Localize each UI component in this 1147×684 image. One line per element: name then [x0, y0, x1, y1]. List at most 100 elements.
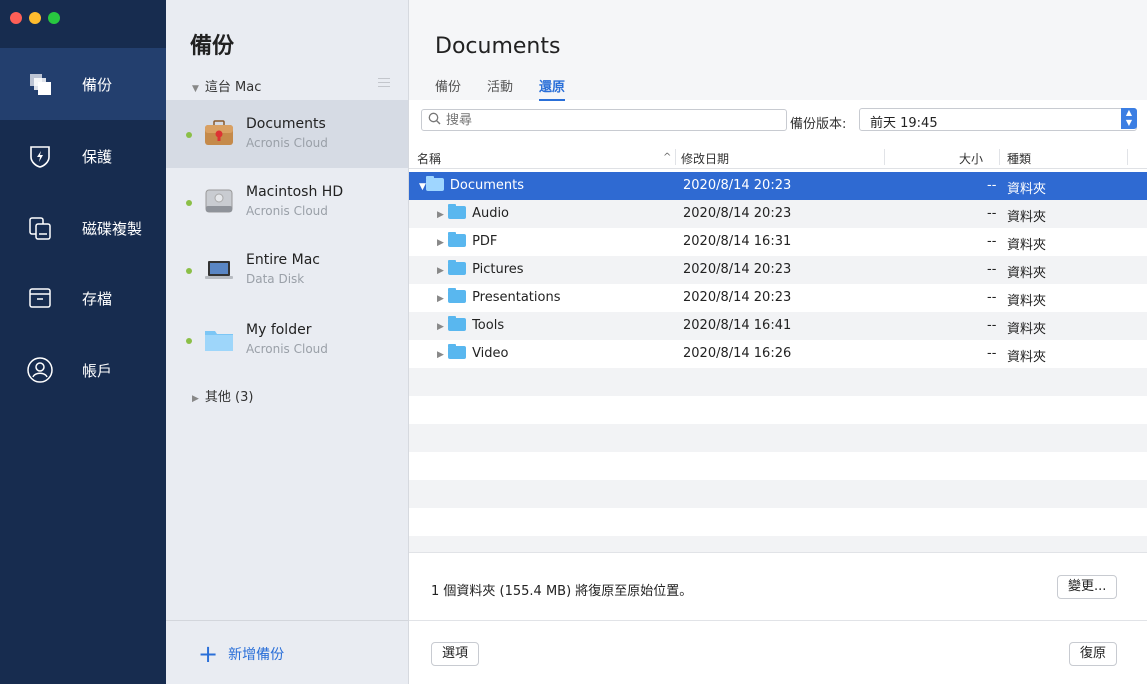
divider — [409, 552, 1147, 553]
folder-icon — [448, 316, 467, 331]
table-row[interactable]: ▼ Documents 2020/8/14 20:23 -- 資料夾 — [409, 172, 1147, 200]
row-kind: 資料夾 — [1007, 182, 1047, 197]
disclosure-right-icon[interactable]: ▶ — [437, 238, 444, 248]
nav-item-archive[interactable]: 存檔 — [0, 262, 166, 334]
disclosure-right-icon[interactable]: ▶ — [437, 322, 444, 332]
options-button[interactable]: 選項 — [431, 642, 480, 666]
hard-drive-icon — [202, 184, 236, 218]
restore-button[interactable]: 復原 — [1069, 642, 1118, 666]
table-header: 名稱 ^ 修改日期 大小 種類 — [409, 146, 1147, 169]
backup-item-destination: Acronis Cloud — [246, 136, 328, 150]
backup-item-name: Macintosh HD — [246, 184, 344, 200]
backup-item-my-folder[interactable]: My folder Acronis Cloud — [166, 306, 408, 374]
backup-list-panel: 備份 ▼ 這台 Mac Documents Acronis Cloud Macin… — [166, 0, 409, 684]
row-size: -- — [987, 206, 997, 221]
row-name: Presentations — [472, 290, 561, 305]
table-row[interactable]: ▶ Presentations 2020/8/14 20:23 -- 資料夾 — [409, 284, 1147, 312]
row-kind: 資料夾 — [1007, 266, 1047, 281]
backup-item-destination: Data Disk — [246, 272, 305, 286]
column-separator — [1127, 149, 1128, 165]
row-name: Documents — [449, 178, 525, 193]
divider — [409, 620, 1147, 621]
column-separator — [999, 149, 1000, 165]
backup-item-name: Entire Mac — [246, 252, 320, 268]
nav-item-label: 備份 — [82, 75, 113, 94]
disclosure-right-icon[interactable]: ▶ — [437, 294, 444, 304]
nav-item-backup[interactable]: 備份 — [0, 48, 166, 120]
empty-row — [409, 480, 1147, 508]
disclosure-down-icon[interactable]: ▼ — [419, 182, 426, 192]
file-table: ▼ Documents 2020/8/14 20:23 -- 資料夾 ▶ Audi… — [409, 172, 1147, 568]
panel-header: Documents 備份 活動 還原 — [409, 0, 1147, 101]
column-separator — [884, 149, 885, 165]
folder-icon — [448, 344, 467, 359]
column-header-size[interactable]: 大小 — [959, 150, 983, 167]
disclosure-right-icon[interactable]: ▶ — [437, 266, 444, 276]
empty-row — [409, 452, 1147, 480]
status-dot — [186, 132, 192, 138]
main-nav: 備份 保護 磁碟複製 存檔 帳戶 — [0, 0, 166, 684]
sort-ascending-icon: ^ — [663, 152, 672, 163]
tab-activity[interactable]: 活動 — [487, 76, 513, 101]
minimize-window-button[interactable] — [29, 12, 41, 24]
list-menu-icon[interactable] — [378, 78, 390, 90]
briefcase-icon — [202, 116, 236, 150]
nav-item-label: 磁碟複製 — [82, 219, 143, 238]
row-date: 2020/8/14 16:31 — [683, 234, 792, 249]
row-size: -- — [987, 262, 997, 277]
group-label: 其他 (3) — [204, 390, 254, 405]
backup-item-macintosh-hd[interactable]: Macintosh HD Acronis Cloud — [166, 168, 408, 236]
account-icon — [20, 356, 60, 384]
status-dot — [186, 200, 192, 206]
table-row[interactable]: ▶ Audio 2020/8/14 20:23 -- 資料夾 — [409, 200, 1147, 228]
zoom-window-button[interactable] — [48, 12, 60, 24]
nav-item-disk-clone[interactable]: 磁碟複製 — [0, 192, 166, 264]
row-date: 2020/8/14 20:23 — [683, 262, 792, 277]
row-size: -- — [987, 234, 997, 249]
disk-clone-icon — [20, 215, 60, 241]
table-row[interactable]: ▶ PDF 2020/8/14 16:31 -- 資料夾 — [409, 228, 1147, 256]
group-label: 這台 Mac — [204, 80, 262, 95]
group-this-mac[interactable]: ▼ 這台 Mac — [192, 76, 261, 95]
row-name: Audio — [472, 206, 510, 221]
table-row[interactable]: ▶ Pictures 2020/8/14 20:23 -- 資料夾 — [409, 256, 1147, 284]
close-window-button[interactable] — [10, 12, 22, 24]
nav-item-label: 帳戶 — [82, 361, 113, 380]
row-size: -- — [987, 318, 997, 333]
add-backup-label: 新增備份 — [228, 647, 285, 663]
disclosure-right-icon[interactable]: ▶ — [437, 350, 444, 360]
tab-backup[interactable]: 備份 — [435, 76, 461, 101]
disclosure-right-icon[interactable]: ▶ — [437, 210, 444, 220]
folder-icon — [425, 176, 444, 191]
tab-bar: 備份 活動 還原 — [435, 76, 566, 101]
status-dot — [186, 268, 192, 274]
disclosure-down-icon: ▼ — [192, 84, 199, 94]
nav-item-label: 保護 — [82, 147, 113, 166]
column-header-name[interactable]: 名稱 — [417, 150, 441, 167]
backup-item-name: Documents — [246, 116, 326, 132]
plus-icon: + — [198, 640, 219, 668]
search-box[interactable] — [421, 109, 787, 131]
row-date: 2020/8/14 16:41 — [683, 318, 792, 333]
change-button[interactable]: 變更... — [1057, 575, 1118, 599]
table-row[interactable]: ▶ Tools 2020/8/14 16:41 -- 資料夾 — [409, 312, 1147, 340]
backup-item-name: My folder — [246, 322, 312, 338]
nav-item-account[interactable]: 帳戶 — [0, 334, 166, 406]
column-header-date[interactable]: 修改日期 — [681, 150, 729, 167]
row-size: -- — [987, 290, 997, 305]
table-row[interactable]: ▶ Video 2020/8/14 16:26 -- 資料夾 — [409, 340, 1147, 368]
disclosure-right-icon: ▶ — [192, 394, 199, 404]
version-select[interactable]: 前天 19:45 ▲ ▼ — [859, 108, 1137, 131]
backup-item-entire-mac[interactable]: Entire Mac Data Disk — [166, 236, 408, 304]
row-kind: 資料夾 — [1007, 210, 1047, 225]
version-value: 前天 19:45 — [870, 116, 938, 131]
group-other[interactable]: ▶ 其他 (3) — [192, 386, 253, 405]
add-backup-button[interactable]: + 新增備份 — [198, 640, 285, 668]
backup-item-documents[interactable]: Documents Acronis Cloud — [166, 100, 408, 168]
row-date: 2020/8/14 20:23 — [683, 206, 792, 221]
column-header-kind[interactable]: 種類 — [1007, 150, 1031, 167]
nav-item-protection[interactable]: 保護 — [0, 120, 166, 192]
search-input[interactable] — [444, 111, 768, 129]
folder-icon — [448, 260, 467, 275]
tab-restore[interactable]: 還原 — [539, 76, 566, 101]
